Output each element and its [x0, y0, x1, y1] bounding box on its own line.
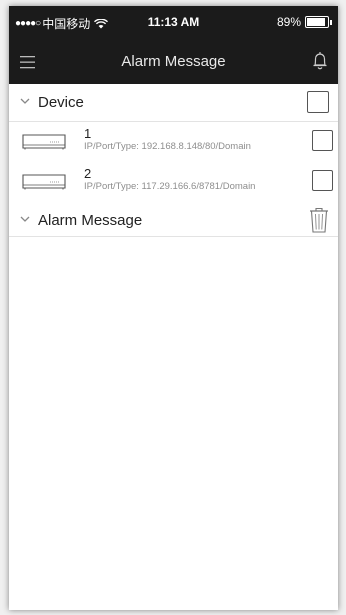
- device-checkbox[interactable]: [312, 130, 333, 151]
- device-list: 1 IP/Port/Type: 192.168.8.148/80/Domain …: [9, 122, 338, 202]
- nav-bar: Alarm Message: [9, 40, 338, 84]
- device-name: 2: [84, 166, 92, 181]
- device-row[interactable]: 1 IP/Port/Type: 192.168.8.148/80/Domain: [9, 122, 338, 162]
- battery-fill: [307, 18, 325, 26]
- alarm-section-label: Alarm Message: [38, 212, 143, 229]
- page-title: Alarm Message: [121, 53, 226, 70]
- status-right: 89%: [277, 15, 332, 29]
- chevron-down-icon: [20, 98, 30, 104]
- battery-icon: [305, 16, 329, 28]
- status-bar: ●●●●○ 中国移动 11:13 AM 89%: [9, 6, 338, 40]
- battery-tip: [330, 19, 332, 25]
- bell-icon[interactable]: [310, 50, 330, 72]
- device-row[interactable]: 2 IP/Port/Type: 117.29.166.6/8781/Domain: [9, 162, 338, 202]
- device-section-label: Device: [38, 94, 84, 111]
- device-section-header[interactable]: Device: [9, 84, 338, 122]
- device-name: 1: [84, 126, 92, 141]
- alarm-section-header[interactable]: Alarm Message: [9, 204, 338, 237]
- dvr-device-icon: [22, 134, 66, 150]
- trash-icon[interactable]: [308, 206, 330, 234]
- dvr-device-icon: [22, 174, 66, 190]
- chevron-down-icon: [20, 216, 30, 222]
- device-info: IP/Port/Type: 192.168.8.148/80/Domain: [84, 141, 251, 152]
- select-all-devices-checkbox[interactable]: [307, 91, 329, 113]
- phone-screen: ●●●●○ 中国移动 11:13 AM 89% Alarm Message De…: [9, 6, 338, 610]
- device-info: IP/Port/Type: 117.29.166.6/8781/Domain: [84, 181, 256, 192]
- battery-percent: 89%: [276, 15, 301, 29]
- device-checkbox[interactable]: [312, 170, 333, 191]
